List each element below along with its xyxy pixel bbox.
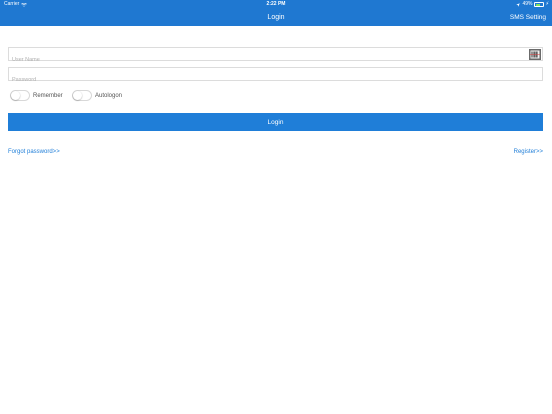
login-button[interactable]: Login <box>8 113 543 131</box>
status-right: 49% ⚡ <box>516 0 549 9</box>
login-screen: Carrier 2:22 PM 49% ⚡ Login SMS Setting <box>0 0 552 414</box>
battery-icon <box>534 2 545 7</box>
page-title: Login <box>267 14 285 21</box>
status-bar: Carrier 2:22 PM 49% ⚡ <box>0 0 552 9</box>
password-input[interactable] <box>9 74 542 86</box>
username-field[interactable] <box>8 47 543 66</box>
battery-fill <box>535 3 540 6</box>
username-input[interactable] <box>9 54 542 66</box>
remember-toggle[interactable] <box>10 90 30 101</box>
charging-bolt-icon: ⚡ <box>545 1 549 7</box>
autologon-toggle-row: Autologon <box>72 89 122 102</box>
remember-toggle-row: Remember <box>10 89 63 102</box>
status-time: 2:22 PM <box>266 1 286 7</box>
autologon-toggle[interactable] <box>72 90 92 101</box>
remember-toggle-knob <box>11 91 20 100</box>
nav-bar: Login SMS Setting <box>0 9 552 26</box>
sms-setting-button[interactable]: SMS Setting <box>510 9 546 26</box>
remember-label: Remember <box>33 92 63 99</box>
autologon-toggle-knob <box>73 91 82 100</box>
register-link[interactable]: Register>> <box>514 149 543 155</box>
password-field[interactable] <box>8 67 543 86</box>
forgot-password-link[interactable]: Forgot password>> <box>8 149 60 155</box>
battery-percent: 49% <box>522 1 533 7</box>
barcode-scan-icon[interactable] <box>529 49 541 60</box>
location-arrow-icon <box>516 2 521 7</box>
autologon-label: Autologon <box>95 92 123 99</box>
